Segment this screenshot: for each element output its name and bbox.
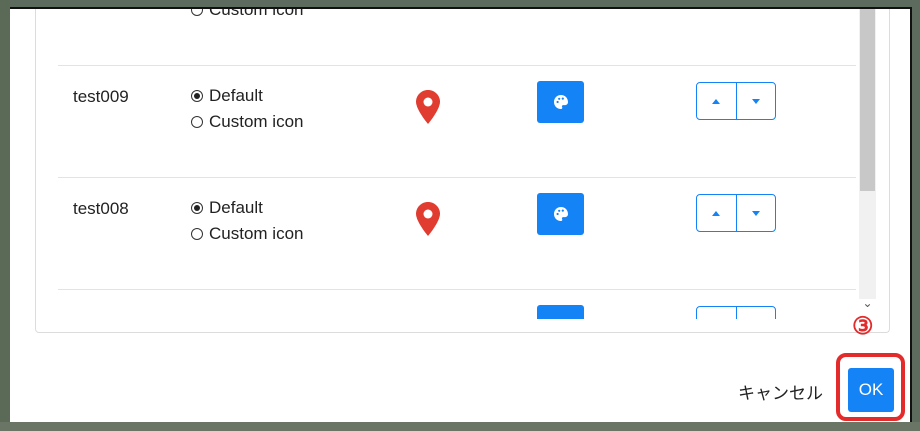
color-palette-button[interactable]: [537, 193, 584, 235]
custom-icon-radio[interactable]: [191, 228, 203, 240]
move-up-button[interactable]: [697, 307, 736, 319]
marker-row: [58, 289, 856, 319]
icon-settings-dialog: Custom icon test009 Default Custom icon: [10, 7, 912, 422]
default-label: Default: [209, 86, 263, 105]
reorder-controls: [696, 82, 776, 120]
palette-icon: [553, 207, 568, 221]
scrollbar-thumb[interactable]: [860, 9, 875, 191]
custom-icon-label: Custom icon: [209, 224, 304, 243]
backdrop-left: [0, 0, 10, 431]
default-option[interactable]: Default: [191, 86, 263, 106]
cancel-button[interactable]: キャンセル: [738, 379, 823, 404]
custom-icon-label: Custom icon: [209, 112, 304, 131]
reorder-controls: [696, 306, 776, 319]
move-down-button[interactable]: [735, 83, 776, 119]
scroll-down-icon[interactable]: ⌄: [859, 297, 876, 309]
marker-row: test009 Default Custom icon: [58, 65, 856, 178]
color-palette-button[interactable]: [537, 305, 584, 319]
map-pin-icon: [416, 202, 440, 236]
move-down-button[interactable]: [735, 307, 776, 319]
color-palette-button[interactable]: [537, 81, 584, 123]
step-marker: ③: [852, 313, 874, 340]
scrollbar[interactable]: [859, 9, 876, 299]
default-radio[interactable]: [191, 202, 203, 214]
move-up-button[interactable]: [697, 195, 736, 231]
map-pin-icon: [416, 90, 440, 124]
custom-icon-option[interactable]: Custom icon: [191, 9, 303, 20]
custom-icon-radio[interactable]: [191, 9, 203, 16]
custom-icon-option[interactable]: Custom icon: [191, 112, 303, 132]
caret-down-icon: [751, 210, 760, 216]
backdrop-bottom: [0, 422, 920, 431]
markers-list-panel: Custom icon test009 Default Custom icon: [35, 9, 890, 333]
custom-icon-label: Custom icon: [209, 9, 304, 19]
default-label: Default: [209, 198, 263, 217]
caret-up-icon: [712, 98, 721, 104]
custom-icon-option[interactable]: Custom icon: [191, 224, 303, 244]
custom-icon-radio[interactable]: [191, 116, 203, 128]
ok-highlight-frame: [836, 353, 905, 421]
marker-row: Custom icon: [58, 9, 856, 66]
default-option[interactable]: Default: [191, 198, 263, 218]
reorder-controls: [696, 194, 776, 232]
caret-down-icon: [751, 98, 760, 104]
palette-icon: [553, 95, 568, 109]
markers-scroll-area[interactable]: Custom icon test009 Default Custom icon: [36, 9, 856, 319]
marker-row: test008 Default Custom icon: [58, 177, 856, 290]
marker-name: test008: [73, 199, 129, 218]
marker-name: test009: [73, 87, 129, 106]
move-up-button[interactable]: [697, 83, 736, 119]
default-radio[interactable]: [191, 90, 203, 102]
move-down-button[interactable]: [735, 195, 776, 231]
caret-up-icon: [712, 210, 721, 216]
